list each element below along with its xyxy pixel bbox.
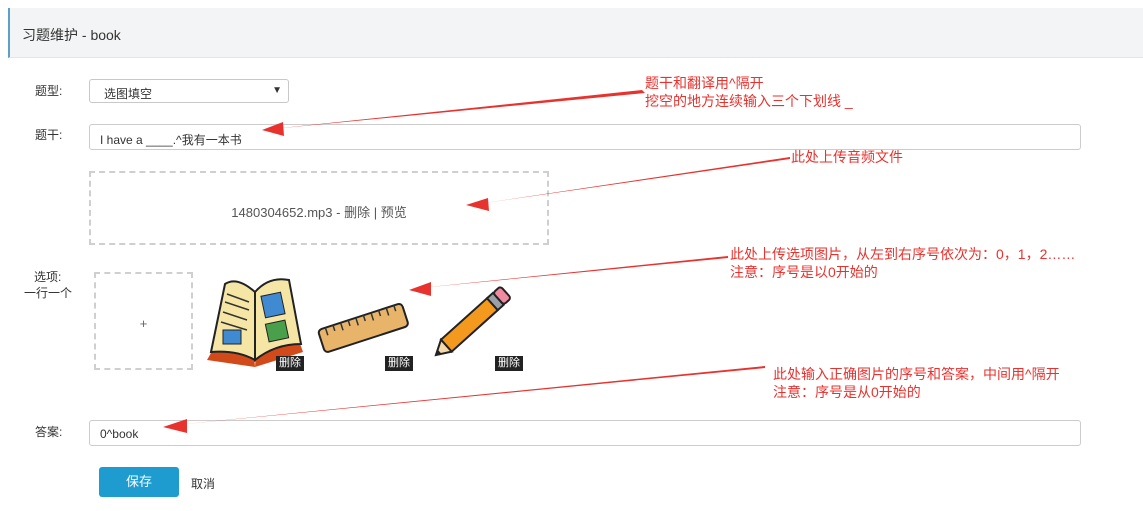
arrow-options (420, 256, 728, 288)
arrow-audio (478, 157, 790, 204)
arrow-answer (175, 366, 765, 425)
arrow-stem (272, 90, 645, 129)
annotation-arrows (163, 90, 790, 433)
